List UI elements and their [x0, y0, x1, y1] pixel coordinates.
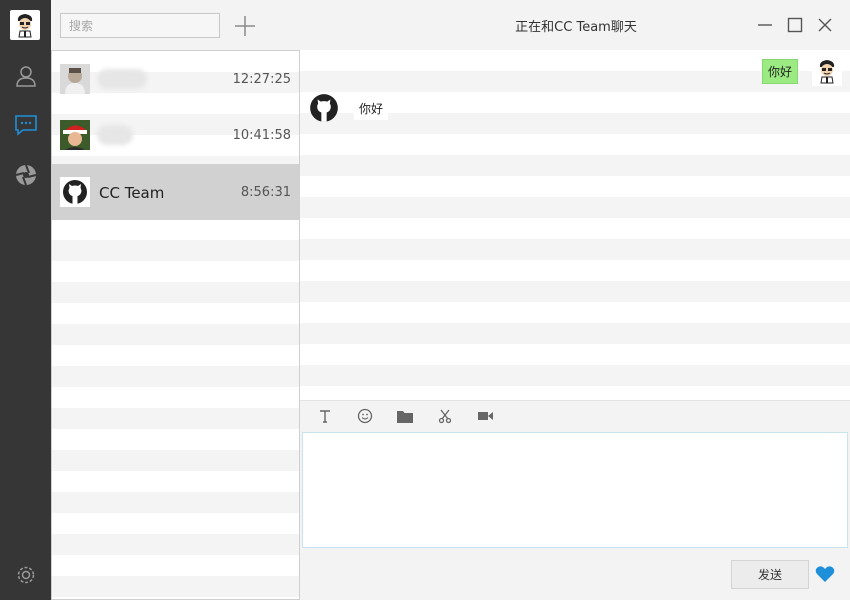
conversation-name: CC Team	[99, 184, 165, 202]
conversation-time: 8:56:31	[240, 185, 291, 200]
minimize-icon[interactable]	[756, 16, 774, 34]
santa-hat-photo-avatar	[60, 120, 90, 150]
other-message-bubble: 你好	[354, 97, 389, 120]
cartoon-avatar-icon	[17, 14, 33, 38]
aperture-icon[interactable]	[13, 162, 38, 187]
chat-icon[interactable]	[13, 112, 38, 137]
my-avatar[interactable]	[10, 10, 40, 40]
settings-gear-icon[interactable]	[13, 562, 38, 587]
github-logo-icon	[308, 92, 340, 124]
heart-icon[interactable]	[815, 565, 835, 583]
contacts-icon[interactable]	[13, 63, 38, 88]
add-icon[interactable]	[232, 13, 258, 39]
conversation-item[interactable]: 12:27:25	[52, 51, 299, 107]
text-icon[interactable]	[316, 408, 334, 424]
my-message-bubble: 你好	[761, 59, 798, 84]
conversation-time: 10:41:58	[232, 128, 291, 143]
conversation-list: 12:27:25 10:41:58 CC Team 8:56:31	[51, 50, 300, 600]
left-sidebar	[0, 0, 51, 600]
conversation-time: 12:27:25	[232, 72, 291, 87]
scissors-icon[interactable]	[436, 408, 454, 424]
conversation-item[interactable]: 10:41:58	[52, 107, 299, 163]
my-avatar-small	[812, 56, 842, 86]
top-bar: 正在和CC Team聊天	[51, 0, 850, 50]
blurred-name	[97, 69, 147, 89]
conversation-item-selected[interactable]: CC Team 8:56:31	[52, 164, 299, 220]
cartoon-avatar-icon	[819, 60, 835, 84]
blurred-name	[97, 125, 133, 145]
video-icon[interactable]	[476, 408, 494, 424]
emoji-icon[interactable]	[356, 408, 374, 424]
message-toolbar	[300, 400, 850, 431]
github-logo-icon	[60, 177, 90, 207]
message-area: 你好 你好	[300, 50, 850, 400]
maximize-icon[interactable]	[786, 16, 804, 34]
send-button[interactable]: 发送	[731, 560, 809, 589]
folder-icon[interactable]	[396, 408, 414, 424]
window-title: 正在和CC Team聊天	[515, 20, 637, 35]
person-photo-avatar	[60, 64, 90, 94]
message-input[interactable]	[302, 432, 848, 548]
search-input[interactable]	[60, 13, 220, 38]
close-icon[interactable]	[816, 16, 834, 34]
